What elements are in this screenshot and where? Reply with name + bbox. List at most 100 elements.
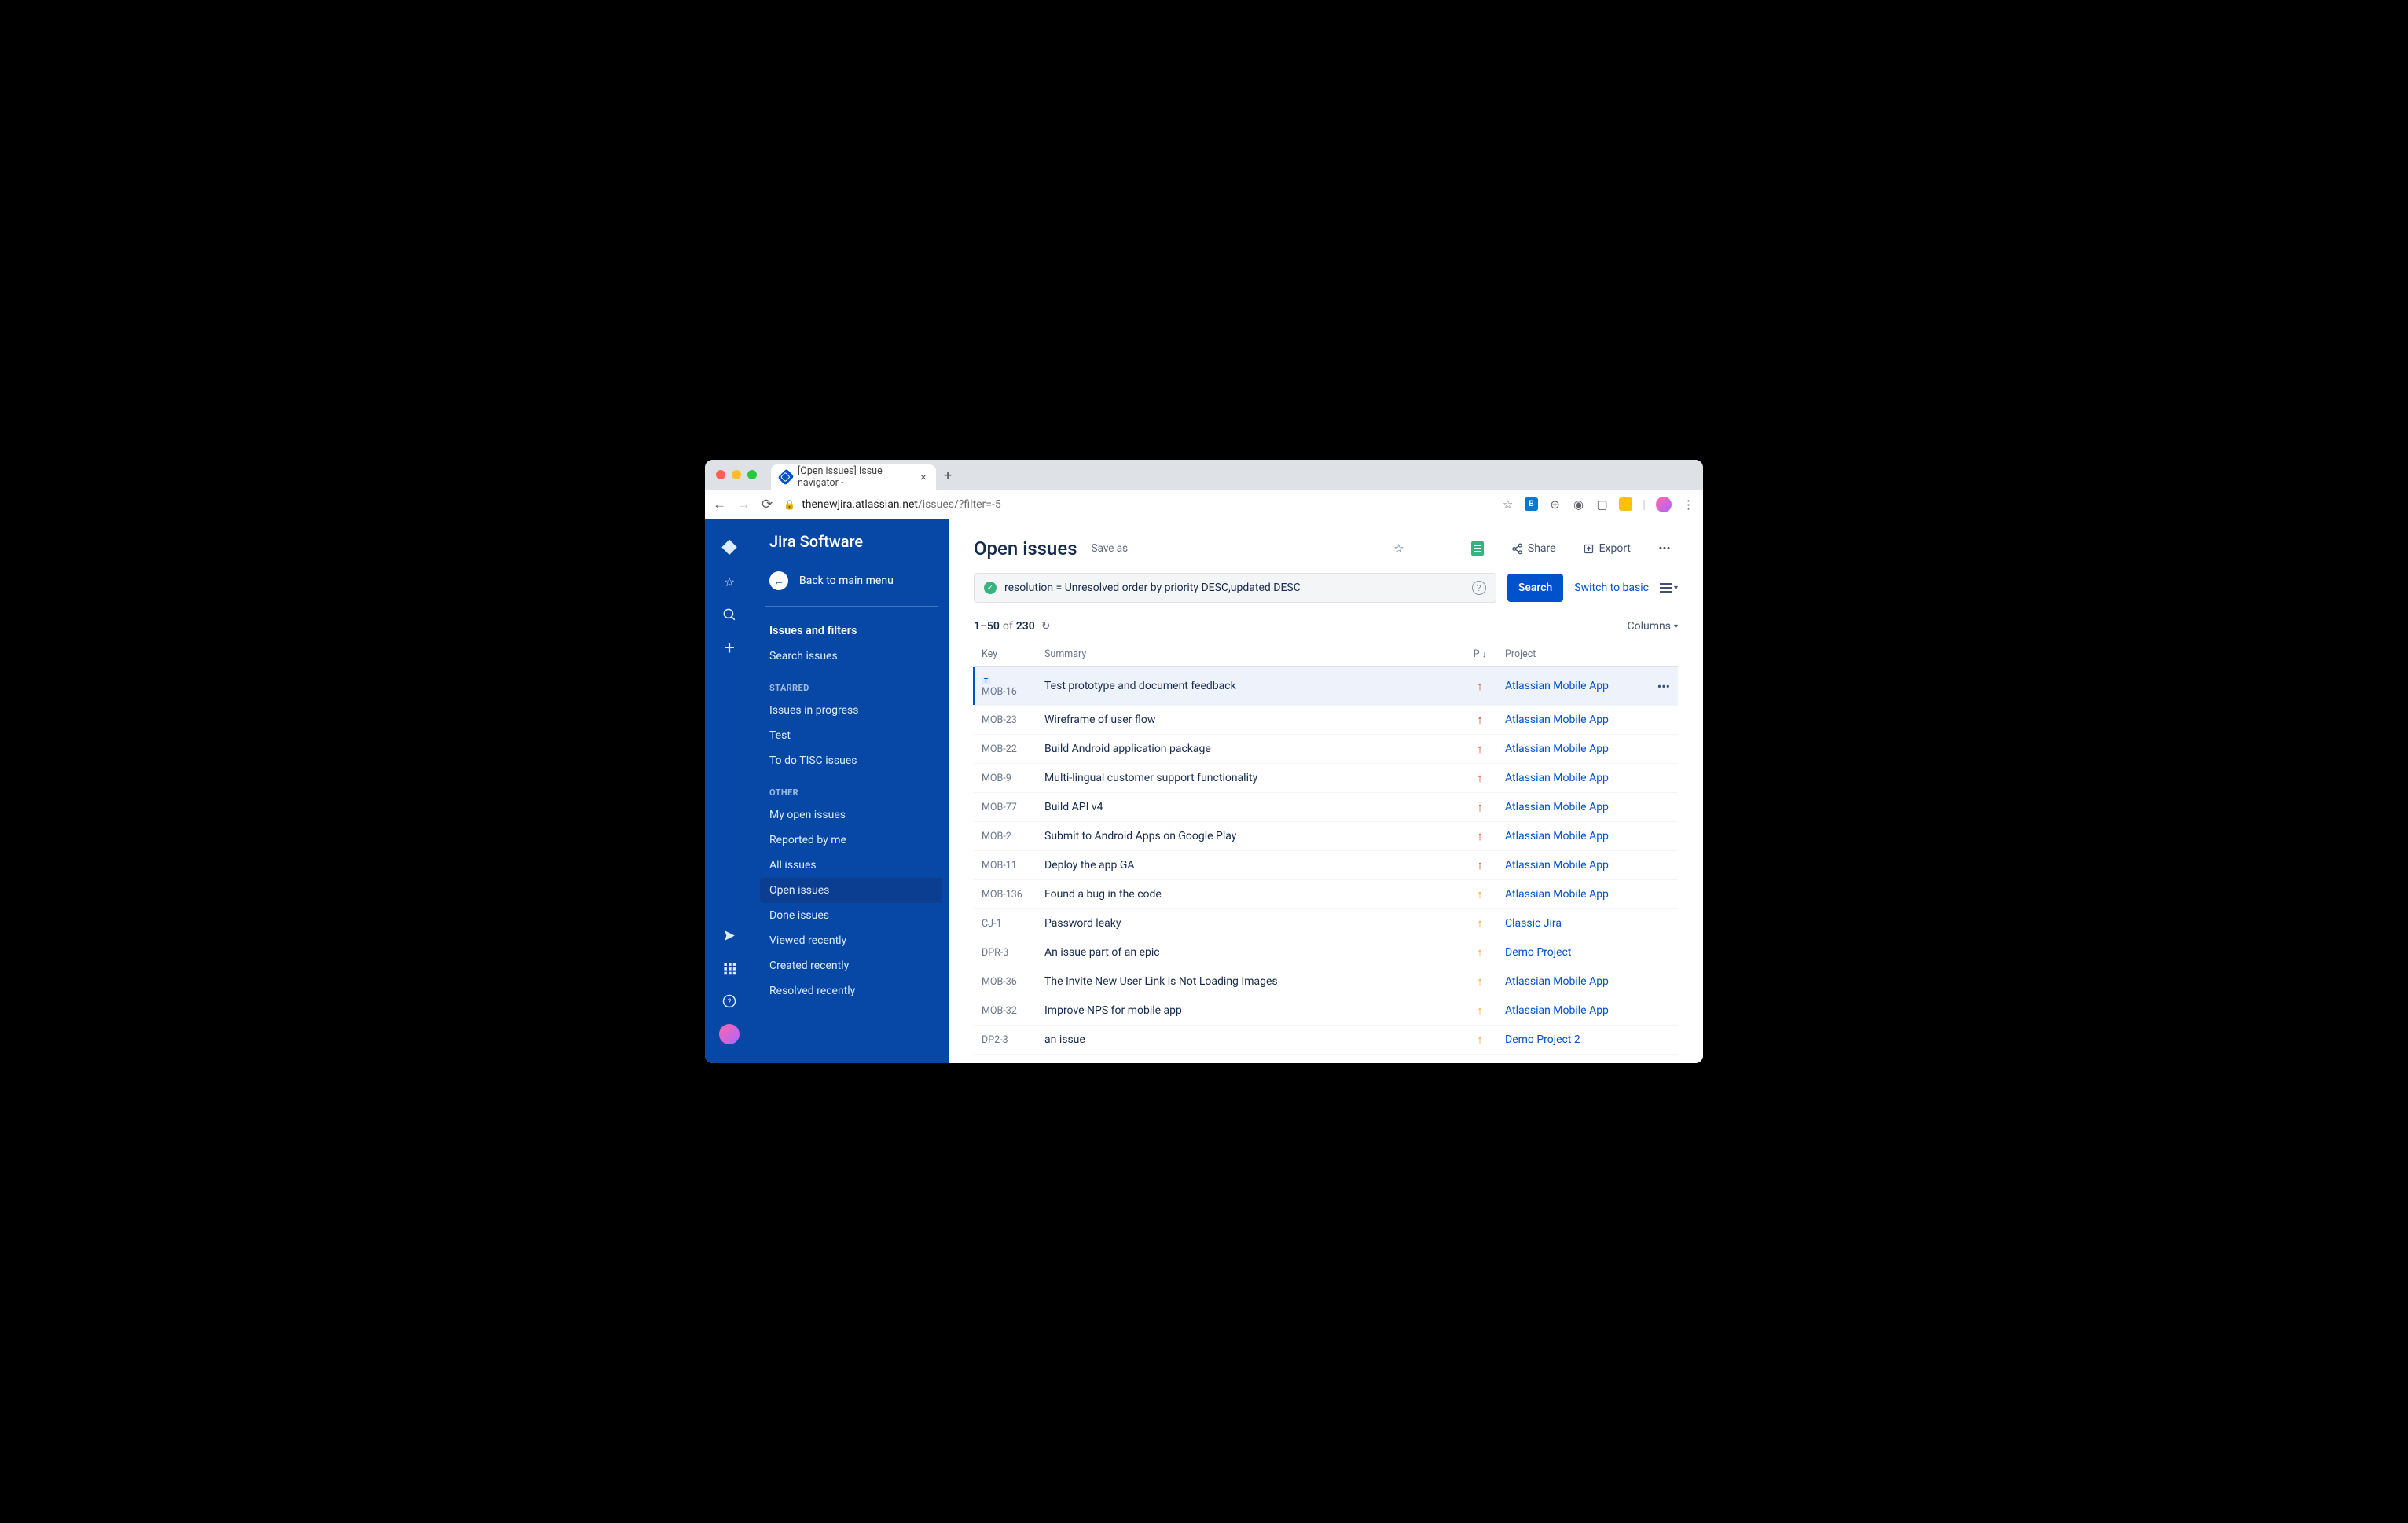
column-header-key[interactable]: Key: [974, 642, 1037, 667]
issue-project-link[interactable]: Atlassian Mobile App: [1497, 793, 1646, 822]
issue-key[interactable]: CJ-1: [974, 909, 1037, 938]
issue-key[interactable]: MOB-23: [974, 706, 1037, 735]
browser-tab[interactable]: [Open issues] Issue navigator - ×: [771, 464, 936, 490]
issue-summary[interactable]: Build Android application package: [1037, 735, 1463, 764]
issue-summary[interactable]: Password leaky: [1037, 909, 1463, 938]
table-row[interactable]: MOB-22Build Android application package↑…: [974, 735, 1678, 764]
column-header-project[interactable]: Project: [1497, 642, 1646, 667]
table-row[interactable]: MOB-32Improve NPS for mobile app↑Atlassi…: [974, 996, 1678, 1026]
close-tab-icon[interactable]: ×: [920, 470, 927, 484]
help-icon[interactable]: ?: [714, 986, 744, 1016]
issue-project-link[interactable]: Demo Project 2: [1497, 1026, 1646, 1055]
sidebar-item-other[interactable]: Resolved recently: [754, 978, 949, 1004]
profile-avatar[interactable]: [714, 1019, 744, 1049]
sidebar-item-other[interactable]: All issues: [754, 853, 949, 878]
issue-key[interactable]: MOB-36: [974, 967, 1037, 996]
row-more-icon[interactable]: [1646, 938, 1678, 967]
jql-input[interactable]: ✓ resolution = Unresolved order by prior…: [974, 573, 1496, 603]
row-more-icon[interactable]: [1646, 1026, 1678, 1055]
camera-icon[interactable]: ◉: [1572, 497, 1585, 511]
jira-logo-icon[interactable]: [714, 534, 744, 563]
issue-project-link[interactable]: Atlassian Mobile App: [1497, 706, 1646, 735]
issue-key[interactable]: MOB-136: [974, 880, 1037, 909]
export-button[interactable]: Export: [1577, 538, 1637, 560]
switch-to-basic-link[interactable]: Switch to basic: [1574, 582, 1649, 594]
table-row[interactable]: CJ-1Password leaky↑Classic Jira: [974, 909, 1678, 938]
extension-icon[interactable]: B: [1525, 497, 1538, 511]
issue-key[interactable]: MOB-11: [974, 851, 1037, 880]
save-as-link[interactable]: Save as: [1092, 542, 1129, 555]
app-switcher-icon[interactable]: [714, 953, 744, 983]
row-more-icon[interactable]: [1646, 851, 1678, 880]
sidebar-item-search-issues[interactable]: Search issues: [754, 644, 949, 669]
help-icon[interactable]: ?: [1472, 581, 1486, 595]
issue-key[interactable]: MOB-22: [974, 735, 1037, 764]
issue-project-link[interactable]: Atlassian Mobile App: [1497, 667, 1646, 706]
table-row[interactable]: MOB-23Wireframe of user flow↑Atlassian M…: [974, 706, 1678, 735]
table-row[interactable]: DPR-3An issue part of an epic↑Demo Proje…: [974, 938, 1678, 967]
row-more-icon[interactable]: [1646, 967, 1678, 996]
table-row[interactable]: MOB-9Multi-lingual customer support func…: [974, 764, 1678, 793]
row-more-icon[interactable]: [1646, 706, 1678, 735]
add-circle-icon[interactable]: ⊕: [1548, 497, 1562, 511]
reload-icon[interactable]: ⟳: [762, 497, 773, 512]
issue-summary[interactable]: Deploy the app GA: [1037, 851, 1463, 880]
table-row[interactable]: TMOB-16Test prototype and document feedb…: [974, 667, 1678, 706]
issue-key[interactable]: DP2-3: [974, 1026, 1037, 1055]
issue-project-link[interactable]: Atlassian Mobile App: [1497, 967, 1646, 996]
table-row[interactable]: MOB-2Submit to Android Apps on Google Pl…: [974, 822, 1678, 851]
issue-summary[interactable]: Improve NPS for mobile app: [1037, 996, 1463, 1026]
issue-summary[interactable]: Multi-lingual customer support functiona…: [1037, 764, 1463, 793]
issue-project-link[interactable]: Atlassian Mobile App: [1497, 996, 1646, 1026]
url-field[interactable]: 🔒 thenewjira.atlassian.net/issues/?filte…: [784, 498, 1490, 511]
back-icon[interactable]: ←: [713, 497, 726, 512]
sidebar-item-other[interactable]: Reported by me: [754, 828, 949, 853]
issue-project-link[interactable]: Demo Project: [1497, 938, 1646, 967]
row-more-icon[interactable]: [1646, 793, 1678, 822]
notifications-icon[interactable]: [714, 920, 744, 950]
row-more-icon[interactable]: [1646, 880, 1678, 909]
column-header-summary[interactable]: Summary: [1037, 642, 1463, 667]
sidebar-item-other[interactable]: Done issues: [754, 903, 949, 928]
share-button[interactable]: Share: [1505, 538, 1562, 560]
issue-project-link[interactable]: Atlassian Mobile App: [1497, 735, 1646, 764]
issue-summary[interactable]: An issue part of an epic: [1037, 938, 1463, 967]
spreadsheet-icon[interactable]: [1464, 535, 1491, 562]
minimize-window-button[interactable]: [732, 470, 741, 479]
browser-menu-icon[interactable]: ⋮: [1682, 497, 1695, 511]
sidebar-item-starred[interactable]: Issues in progress: [754, 698, 949, 723]
sidebar-item-starred[interactable]: Test: [754, 723, 949, 748]
row-more-icon[interactable]: [1646, 909, 1678, 938]
row-more-icon[interactable]: [1646, 764, 1678, 793]
issue-summary[interactable]: The Invite New User Link is Not Loading …: [1037, 967, 1463, 996]
sidebar-item-other[interactable]: Created recently: [754, 953, 949, 978]
close-window-button[interactable]: [716, 470, 725, 479]
issue-key[interactable]: MOB-2: [974, 822, 1037, 851]
maximize-window-button[interactable]: [747, 470, 757, 479]
search-button[interactable]: Search: [1507, 574, 1563, 602]
issue-project-link[interactable]: Atlassian Mobile App: [1497, 764, 1646, 793]
new-tab-button[interactable]: +: [944, 468, 952, 484]
columns-button[interactable]: Columns ▾: [1628, 620, 1678, 633]
extension-icon[interactable]: [1619, 497, 1632, 511]
issue-key[interactable]: MOB-32: [974, 996, 1037, 1026]
sidebar-item-starred[interactable]: To do TISC issues: [754, 748, 949, 773]
table-row[interactable]: MOB-11Deploy the app GA↑Atlassian Mobile…: [974, 851, 1678, 880]
table-row[interactable]: MOB-136Found a bug in the code↑Atlassian…: [974, 880, 1678, 909]
back-to-main-menu[interactable]: ← Back to main menu: [754, 563, 949, 598]
row-more-icon[interactable]: [1646, 996, 1678, 1026]
issue-project-link[interactable]: Atlassian Mobile App: [1497, 851, 1646, 880]
row-more-icon[interactable]: [1646, 735, 1678, 764]
issue-key[interactable]: TMOB-16: [974, 667, 1037, 706]
issue-summary[interactable]: an issue: [1037, 1026, 1463, 1055]
profile-avatar[interactable]: [1656, 497, 1672, 512]
issue-project-link[interactable]: Classic Jira: [1497, 909, 1646, 938]
table-row[interactable]: DP2-3an issue↑Demo Project 2: [974, 1026, 1678, 1055]
issue-key[interactable]: MOB-9: [974, 764, 1037, 793]
issue-summary[interactable]: Test prototype and document feedback: [1037, 667, 1463, 706]
issue-summary[interactable]: Build API v4: [1037, 793, 1463, 822]
column-header-priority[interactable]: P↓: [1463, 642, 1497, 667]
forward-icon[interactable]: →: [737, 497, 751, 512]
issue-summary[interactable]: Found a bug in the code: [1037, 880, 1463, 909]
issue-project-link[interactable]: Atlassian Mobile App: [1497, 880, 1646, 909]
